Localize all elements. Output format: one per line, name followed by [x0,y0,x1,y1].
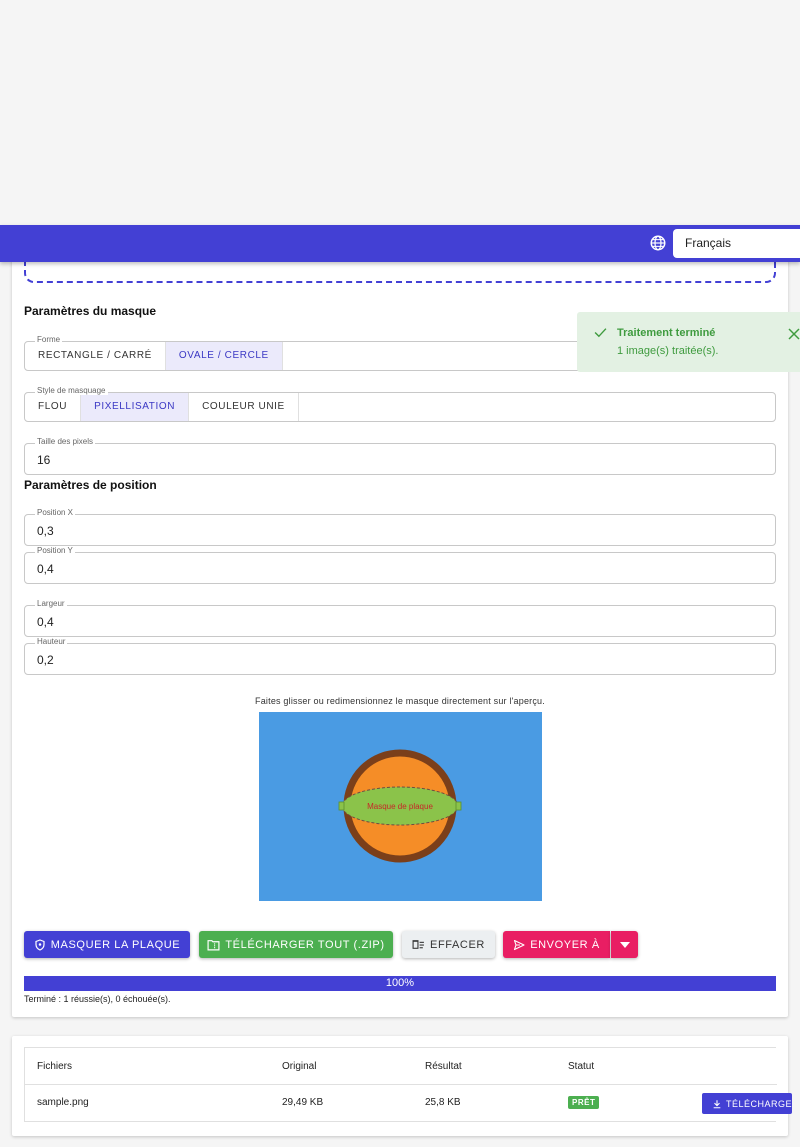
download-zip-label: TÉLÉCHARGER TOUT (.ZIP) [225,938,385,951]
shield-icon [35,938,45,951]
mask-plate-label: MASQUER LA PLAQUE [50,938,181,951]
position-y-field[interactable]: Position Y 0,4 [24,546,776,584]
pixel-size-field[interactable]: Taille des pixels 16 [24,437,776,475]
status-badge: PRÊT [568,1096,600,1109]
app-bar: Français [0,225,800,262]
check-icon [594,328,607,338]
height-label: Hauteur [35,637,68,646]
mask-label: Masque de plaque [367,802,433,811]
success-toast: Traitement terminé 1 image(s) traitée(s)… [577,312,800,372]
position-x-field[interactable]: Position X 0,3 [24,508,776,546]
results-table: Fichiers Original Résultat Statut sample… [24,1047,792,1122]
position-params-title: Paramètres de position [24,478,157,492]
shape-option-oval[interactable]: OVALE / CERCLE [165,342,283,370]
width-label: Largeur [35,599,67,608]
preview-canvas: Masque de plaque [338,749,462,863]
style-option-solid-color[interactable]: COULEUR UNIE [189,393,299,421]
shape-option-rectangle[interactable]: RECTANGLE / CARRÉ [25,342,166,370]
file-name: sample.png [37,1097,89,1108]
col-status: Statut [568,1061,595,1072]
result-size: 25,8 KB [425,1097,461,1108]
language-select[interactable]: Français [673,229,800,258]
download-file-label: TÉLÉCHARGER [726,1098,792,1109]
mask-style-toggle-group: Style de masquage FLOU PIXELLISATION COU… [24,386,776,422]
clear-label: EFFACER [430,938,485,951]
col-original: Original [282,1061,317,1072]
style-option-blur[interactable]: FLOU [25,393,82,421]
download-zip-button[interactable]: TÉLÉCHARGER TOUT (.ZIP) [199,931,393,958]
clear-button[interactable]: EFFACER [402,931,495,958]
folder-zip-icon [207,939,220,950]
pixel-size-label: Taille des pixels [35,437,96,446]
position-y-value: 0,4 [37,562,54,576]
style-option-pixelate[interactable]: PIXELLISATION [81,393,190,421]
globe-icon[interactable] [649,234,667,252]
toast-title: Traitement terminé [617,327,716,339]
caret-down-icon [619,941,630,948]
mask-style-legend: Style de masquage [35,386,108,395]
mask-overlay[interactable]: Masque de plaque [341,786,459,826]
send-to-label: ENVOYER À [530,938,600,951]
progress-status: Terminé : 1 réussie(s), 0 échouée(s). [24,994,171,1004]
image-preview: Masque de plaque [259,712,542,901]
original-size: 29,49 KB [282,1097,324,1108]
progress-bar: 100% [24,976,776,991]
send-to-dropdown-button[interactable] [611,931,638,958]
mask-params-title: Paramètres du masque [24,304,157,318]
close-icon[interactable] [788,328,800,340]
table-header: Fichiers Original Résultat Statut [25,1048,777,1085]
progress-percent: 100% [385,977,415,989]
mask-plate-button[interactable]: MASQUER LA PLAQUE [24,931,190,958]
download-file-button[interactable]: TÉLÉCHARGER [702,1093,792,1114]
toast-message: 1 image(s) traitée(s). [617,345,719,357]
results-card: Fichiers Original Résultat Statut sample… [12,1036,792,1136]
width-value: 0,4 [37,615,54,629]
col-result: Résultat [425,1061,462,1072]
send-icon [514,939,525,950]
col-files: Fichiers [37,1061,73,1072]
pixel-size-value: 16 [37,453,51,467]
position-y-label: Position Y [35,546,75,555]
send-to-button[interactable]: ENVOYER À [503,931,610,958]
mask-handle-left [338,801,345,811]
width-field[interactable]: Largeur 0,4 [24,599,776,637]
download-icon [713,1099,721,1108]
height-field[interactable]: Hauteur 0,2 [24,637,776,675]
shape-legend: Forme [35,335,63,344]
preview-hint: Faites glisser ou redimensionnez le masq… [255,696,545,706]
height-value: 0,2 [37,653,54,667]
mask-handle-right [455,801,462,811]
clear-list-icon [412,940,424,949]
position-x-label: Position X [35,508,76,517]
position-x-value: 0,3 [37,524,54,538]
